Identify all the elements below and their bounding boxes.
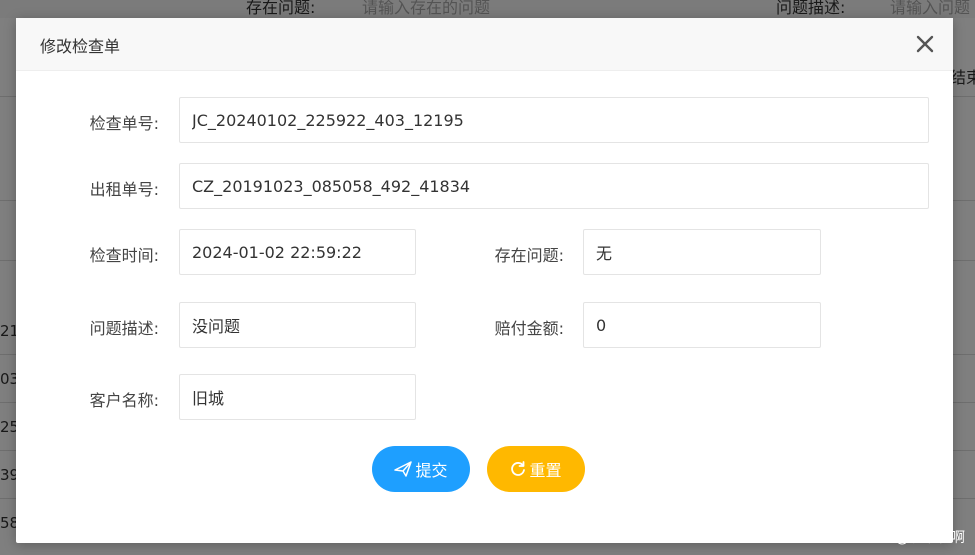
close-icon[interactable]: [915, 34, 935, 54]
rental-no-input[interactable]: [179, 163, 929, 209]
edit-inspection-dialog: 修改检查单 检查单号: 出租单号: 检查时间: 存在问题: 问题描述: 赔付金额…: [16, 18, 953, 543]
inspection-time-label: 检查时间:: [89, 246, 159, 265]
existing-issue-input[interactable]: [583, 229, 821, 275]
reset-button-label: 重置: [529, 461, 562, 480]
compensation-amount-label: 赔付金额:: [494, 319, 564, 338]
inspection-no-label: 检查单号:: [89, 114, 159, 133]
dialog-header: 修改检查单: [16, 18, 953, 71]
issue-description-input[interactable]: [179, 302, 416, 348]
watermark: CSDN @说书客啊: [850, 530, 965, 546]
customer-name-input[interactable]: [179, 374, 416, 420]
inspection-no-input[interactable]: [179, 97, 929, 143]
submit-button-label: 提交: [415, 461, 448, 480]
dialog-title: 修改检查单: [40, 37, 121, 56]
compensation-amount-input[interactable]: [583, 302, 821, 348]
submit-button[interactable]: 提交: [372, 446, 470, 492]
customer-name-label: 客户名称:: [89, 391, 159, 410]
send-icon: [394, 461, 413, 477]
reset-button[interactable]: 重置: [487, 446, 585, 492]
issue-description-label: 问题描述:: [89, 319, 159, 338]
rental-no-label: 出租单号:: [89, 180, 159, 199]
refresh-icon: [511, 461, 526, 476]
inspection-time-input[interactable]: [179, 229, 416, 275]
existing-issue-label: 存在问题:: [494, 246, 564, 265]
